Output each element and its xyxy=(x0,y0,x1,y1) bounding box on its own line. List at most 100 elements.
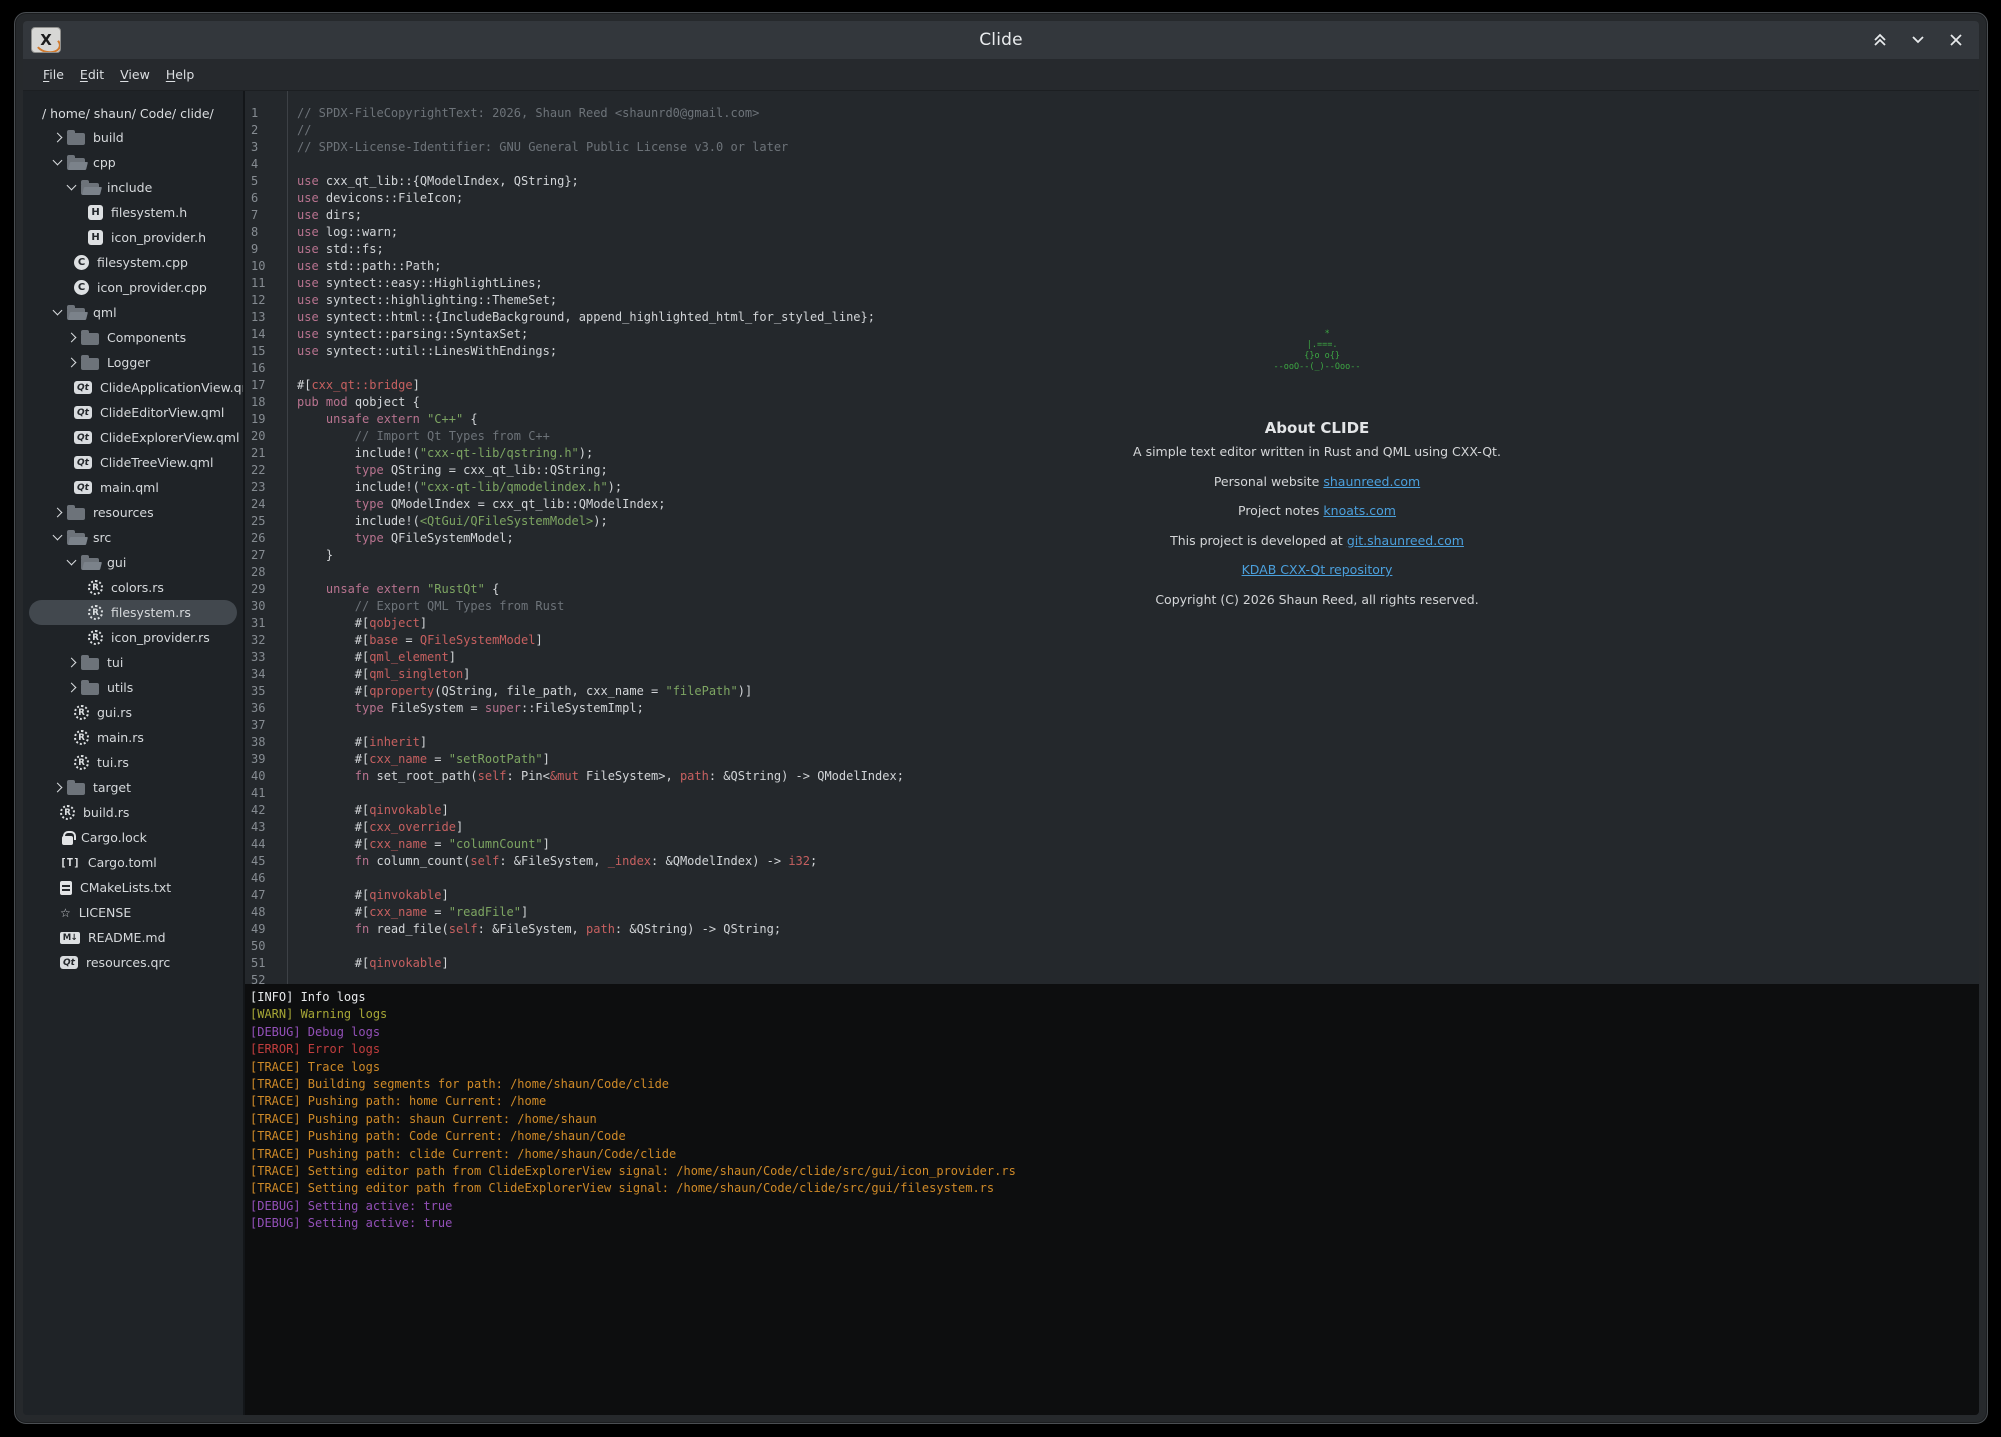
tree-item-qml[interactable]: qml xyxy=(29,300,237,325)
code-line[interactable]: 10use std::path::Path; xyxy=(245,258,1979,275)
code-line[interactable]: 2// xyxy=(245,122,1979,139)
code-line[interactable]: 6use devicons::FileIcon; xyxy=(245,190,1979,207)
code-line[interactable]: 7use dirs; xyxy=(245,207,1979,224)
code-line[interactable]: 51 #[qinvokable] xyxy=(245,955,1979,972)
tree-item-tui[interactable]: tui xyxy=(29,650,237,675)
close-button[interactable] xyxy=(1947,31,1965,49)
code-line[interactable]: 37 xyxy=(245,717,1979,734)
tree-item-clideapplicationview-qml[interactable]: QtClideApplicationView.qml xyxy=(29,375,237,400)
code-line[interactable]: 12use syntect::highlighting::ThemeSet; xyxy=(245,292,1979,309)
tree-item-utils[interactable]: utils xyxy=(29,675,237,700)
code-line[interactable]: 5use cxx_qt_lib::{QModelIndex, QString}; xyxy=(245,173,1979,190)
tree-item-icon-provider-cpp[interactable]: Cicon_provider.cpp xyxy=(29,275,237,300)
about-link[interactable]: knoats.com xyxy=(1323,503,1396,518)
tree-item-icon-provider-rs[interactable]: Ricon_provider.rs xyxy=(29,625,237,650)
code-line[interactable]: 9use std::fs; xyxy=(245,241,1979,258)
chevron-right-icon[interactable] xyxy=(65,357,77,369)
tree-item-cpp[interactable]: cpp xyxy=(29,150,237,175)
tree-item-build-rs[interactable]: Rbuild.rs xyxy=(29,800,237,825)
tree-item-main-rs[interactable]: Rmain.rs xyxy=(29,725,237,750)
code-line[interactable]: 33 #[qml_element] xyxy=(245,649,1979,666)
about-link[interactable]: KDAB CXX-Qt repository xyxy=(1242,562,1393,577)
menu-edit[interactable]: Edit xyxy=(72,64,112,85)
chevron-right-icon[interactable] xyxy=(65,332,77,344)
chevron-down-icon[interactable] xyxy=(51,157,63,169)
chevron-right-icon[interactable] xyxy=(65,682,77,694)
code-line[interactable]: 36 type FileSystem = super::FileSystemIm… xyxy=(245,700,1979,717)
tree-item-build[interactable]: build xyxy=(29,125,237,150)
tree-item-gui[interactable]: gui xyxy=(29,550,237,575)
tree-item-resources[interactable]: resources xyxy=(29,500,237,525)
tree-item-colors-rs[interactable]: Rcolors.rs xyxy=(29,575,237,600)
about-link[interactable]: shaunreed.com xyxy=(1323,474,1420,489)
code-line[interactable]: 31 #[qobject] xyxy=(245,615,1979,632)
tree-item-include[interactable]: include xyxy=(29,175,237,200)
tree-item-main-qml[interactable]: Qtmain.qml xyxy=(29,475,237,500)
tree-item-clidetreeview-qml[interactable]: QtClideTreeView.qml xyxy=(29,450,237,475)
code-line[interactable]: 48 #[cxx_name = "readFile"] xyxy=(245,904,1979,921)
code-line[interactable]: 8use log::warn; xyxy=(245,224,1979,241)
code-line[interactable]: 35 #[qproperty(QString, file_path, cxx_n… xyxy=(245,683,1979,700)
code-line[interactable]: 4 xyxy=(245,156,1979,173)
code-line[interactable]: 13use syntect::html::{IncludeBackground,… xyxy=(245,309,1979,326)
tree-item-readme-md[interactable]: M↓README.md xyxy=(29,925,237,950)
code-editor[interactable]: 1// SPDX-FileCopyrightText: 2026, Shaun … xyxy=(245,91,1979,984)
menu-view[interactable]: View xyxy=(112,64,158,85)
tree-item-clideexplorerview-qml[interactable]: QtClideExplorerView.qml xyxy=(29,425,237,450)
code-line[interactable]: 50 xyxy=(245,938,1979,955)
tree-item-src[interactable]: src xyxy=(29,525,237,550)
tree-item-logger[interactable]: Logger xyxy=(29,350,237,375)
code-line[interactable]: 39 #[cxx_name = "setRootPath"] xyxy=(245,751,1979,768)
code-line[interactable]: 49 fn read_file(self: &FileSystem, path:… xyxy=(245,921,1979,938)
line-number: 26 xyxy=(245,530,287,547)
code-line[interactable]: 38 #[inherit] xyxy=(245,734,1979,751)
code-line[interactable]: 1// SPDX-FileCopyrightText: 2026, Shaun … xyxy=(245,105,1979,122)
chevron-right-icon[interactable] xyxy=(65,657,77,669)
tree-item-target[interactable]: target xyxy=(29,775,237,800)
menu-help[interactable]: Help xyxy=(158,64,203,85)
tree-item-resources-qrc[interactable]: Qtresources.qrc xyxy=(29,950,237,975)
maximize-button[interactable] xyxy=(1871,31,1889,49)
code-line[interactable]: 32 #[base = QFileSystemModel] xyxy=(245,632,1979,649)
about-link[interactable]: git.shaunreed.com xyxy=(1347,533,1464,548)
code-line[interactable]: 44 #[cxx_name = "columnCount"] xyxy=(245,836,1979,853)
tree-item-tui-rs[interactable]: Rtui.rs xyxy=(29,750,237,775)
line-number: 33 xyxy=(245,649,287,666)
app-icon[interactable]: X xyxy=(31,27,61,53)
code-line[interactable]: 3// SPDX-License-Identifier: GNU General… xyxy=(245,139,1979,156)
code-line[interactable]: 45 fn column_count(self: &FileSystem, _i… xyxy=(245,853,1979,870)
tree-item-clideeditorview-qml[interactable]: QtClideEditorView.qml xyxy=(29,400,237,425)
header-file-icon: H xyxy=(88,205,103,220)
chevron-down-icon[interactable] xyxy=(51,307,63,319)
menu-file[interactable]: File xyxy=(35,64,72,85)
code-line[interactable]: 42 #[qinvokable] xyxy=(245,802,1979,819)
tree-item-filesystem-cpp[interactable]: Cfilesystem.cpp xyxy=(29,250,237,275)
tree-item-cargo-lock[interactable]: Cargo.lock xyxy=(29,825,237,850)
chevron-down-icon[interactable] xyxy=(51,532,63,544)
tree-item-gui-rs[interactable]: Rgui.rs xyxy=(29,700,237,725)
chevron-right-icon[interactable] xyxy=(51,507,63,519)
code-line[interactable]: 34 #[qml_singleton] xyxy=(245,666,1979,683)
chevron-right-icon[interactable] xyxy=(51,782,63,794)
tree-item-filesystem-h[interactable]: Hfilesystem.h xyxy=(29,200,237,225)
tree-item-components[interactable]: Components xyxy=(29,325,237,350)
chevron-down-icon[interactable] xyxy=(65,557,77,569)
minimize-button[interactable] xyxy=(1909,31,1927,49)
code-line[interactable]: 46 xyxy=(245,870,1979,887)
code-line[interactable]: 11use syntect::easy::HighlightLines; xyxy=(245,275,1979,292)
code-line[interactable]: 40 fn set_root_path(self: Pin<&mut FileS… xyxy=(245,768,1979,785)
tree-item-license[interactable]: ☆LICENSE xyxy=(29,900,237,925)
tree-item-cmakelists-txt[interactable]: CMakeLists.txt xyxy=(29,875,237,900)
chevron-down-icon[interactable] xyxy=(65,182,77,194)
tree-item-cargo-toml[interactable]: [T]Cargo.toml xyxy=(29,850,237,875)
code-line[interactable]: 52 xyxy=(245,972,1979,984)
code-line[interactable]: 41 xyxy=(245,785,1979,802)
explorer-root-path[interactable]: / home/ shaun/ Code/ clide/ xyxy=(23,101,243,125)
code-line[interactable]: 43 #[cxx_override] xyxy=(245,819,1979,836)
tree-item-label: gui.rs xyxy=(97,705,132,720)
tree-item-icon-provider-h[interactable]: Hicon_provider.h xyxy=(29,225,237,250)
code-line[interactable]: 47 #[qinvokable] xyxy=(245,887,1979,904)
folder-icon xyxy=(81,358,99,370)
chevron-right-icon[interactable] xyxy=(51,132,63,144)
tree-item-filesystem-rs[interactable]: Rfilesystem.rs xyxy=(29,600,237,625)
